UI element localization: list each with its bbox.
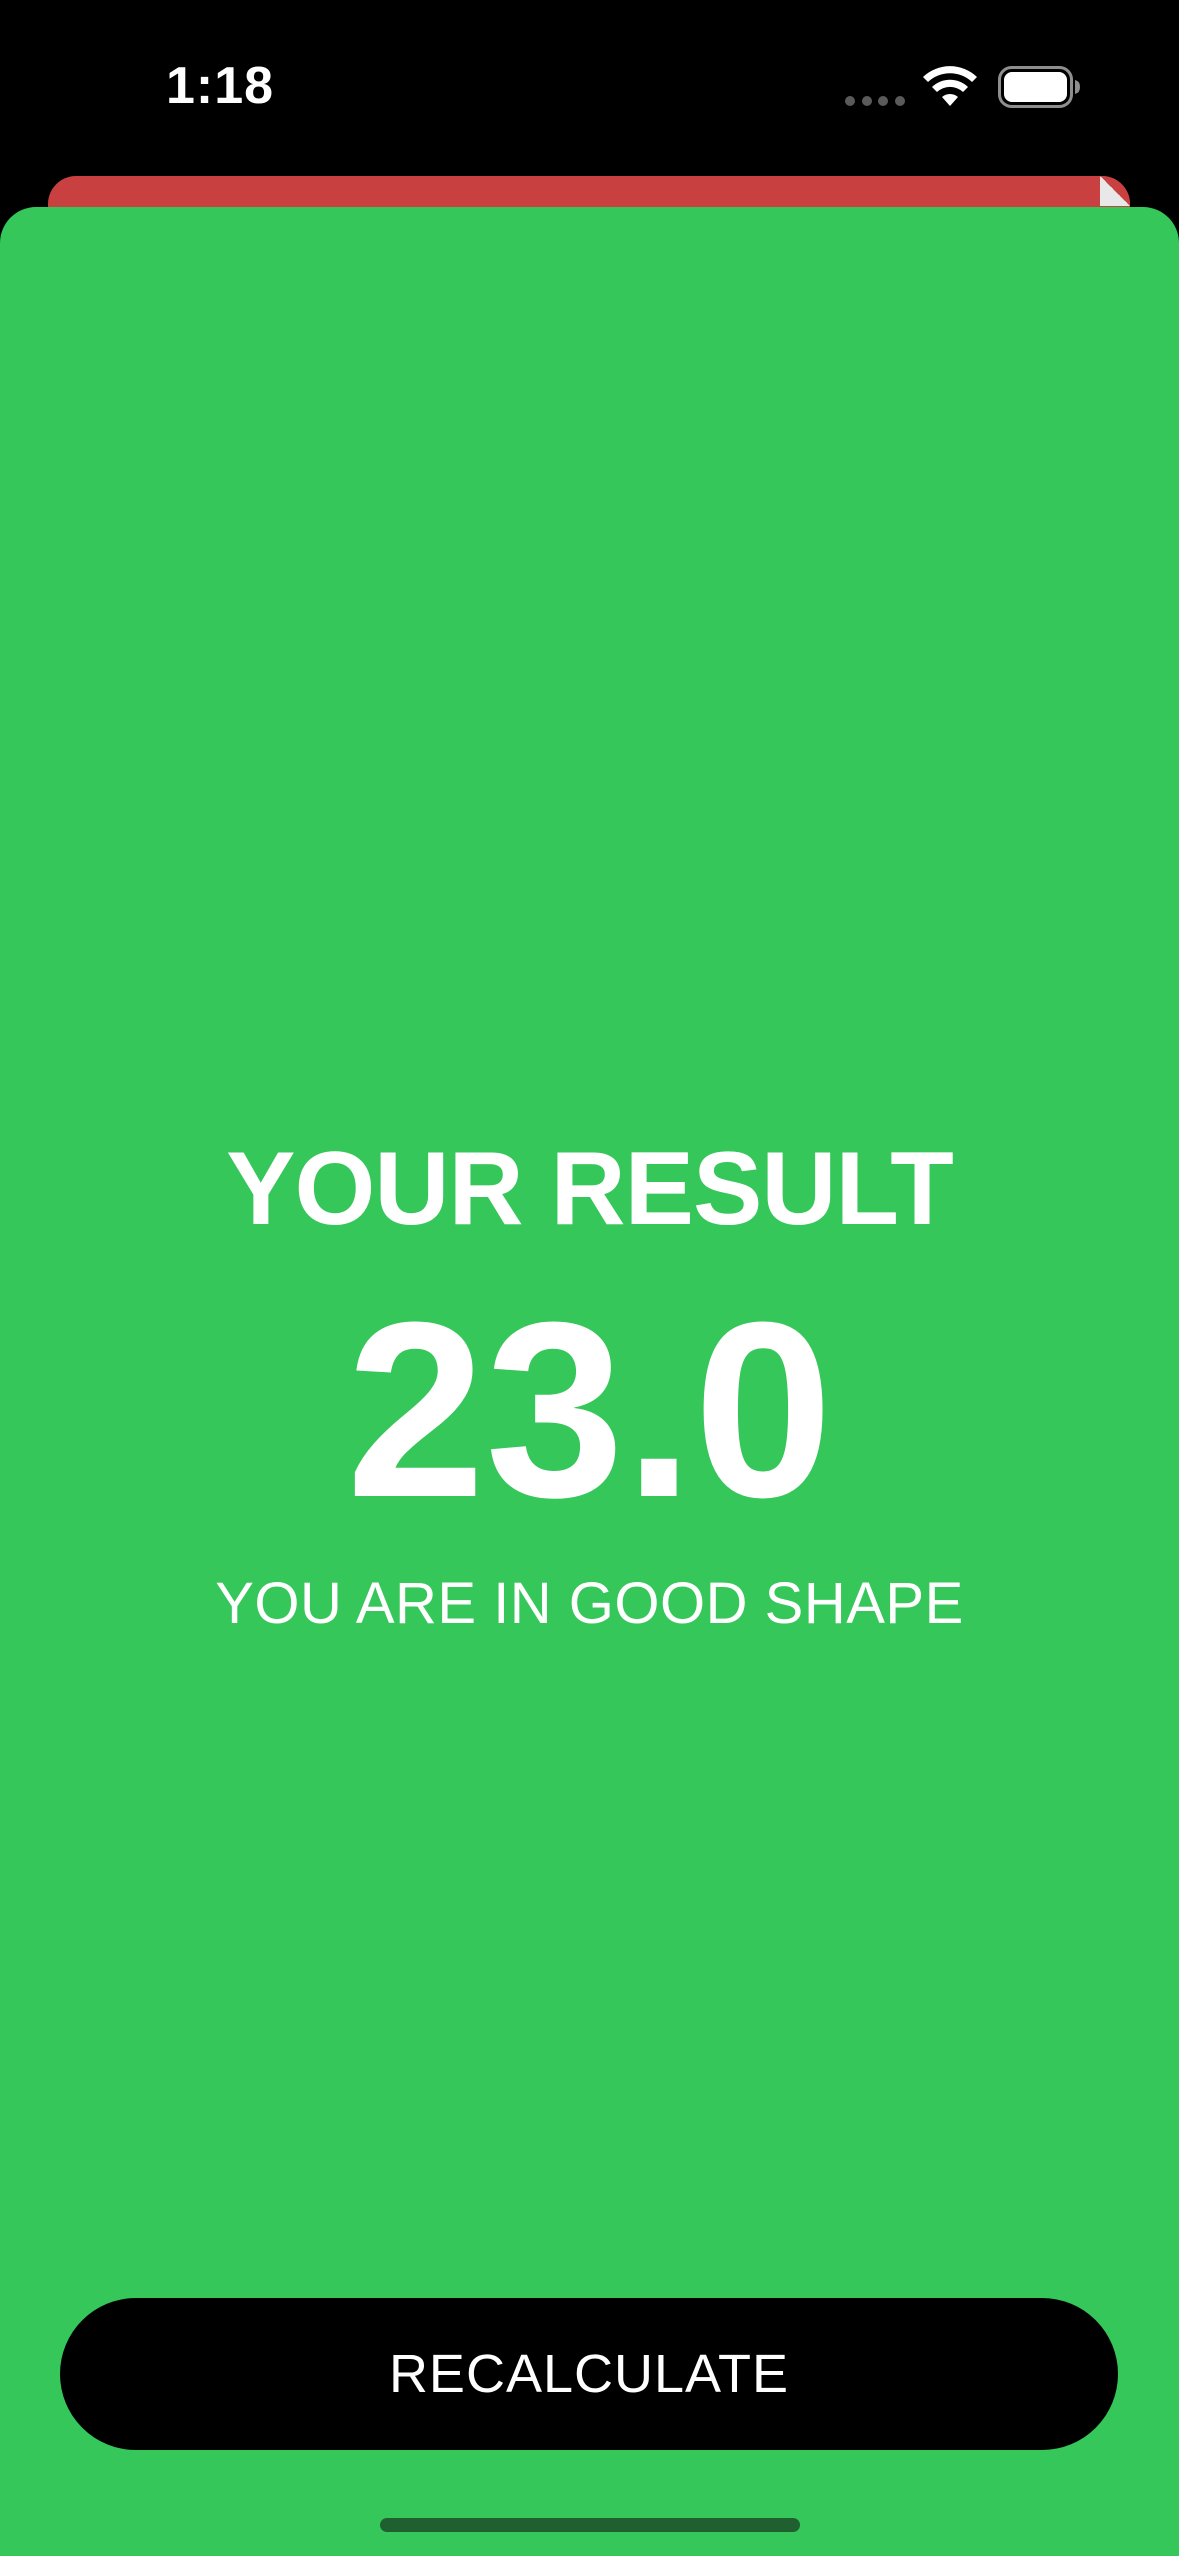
cellular-dots-icon [845,96,905,106]
home-indicator[interactable] [380,2518,800,2532]
result-title: YOUR RESULT [226,1131,954,1247]
bmi-value: 23.0 [346,1270,833,1549]
battery-icon [998,66,1080,108]
wifi-icon [923,66,977,106]
sheet-corner [1100,176,1130,206]
status-time: 1:18 [166,57,275,115]
screen: 1:18 YOUR RESULT 23.0 YOU ARE IN GOOD SH… [0,0,1179,2556]
status-bar: 1:18 [0,0,1179,175]
recalculate-button[interactable]: RECALCULATE [60,2298,1118,2450]
result-advice: YOU ARE IN GOOD SHAPE [215,1571,964,1636]
